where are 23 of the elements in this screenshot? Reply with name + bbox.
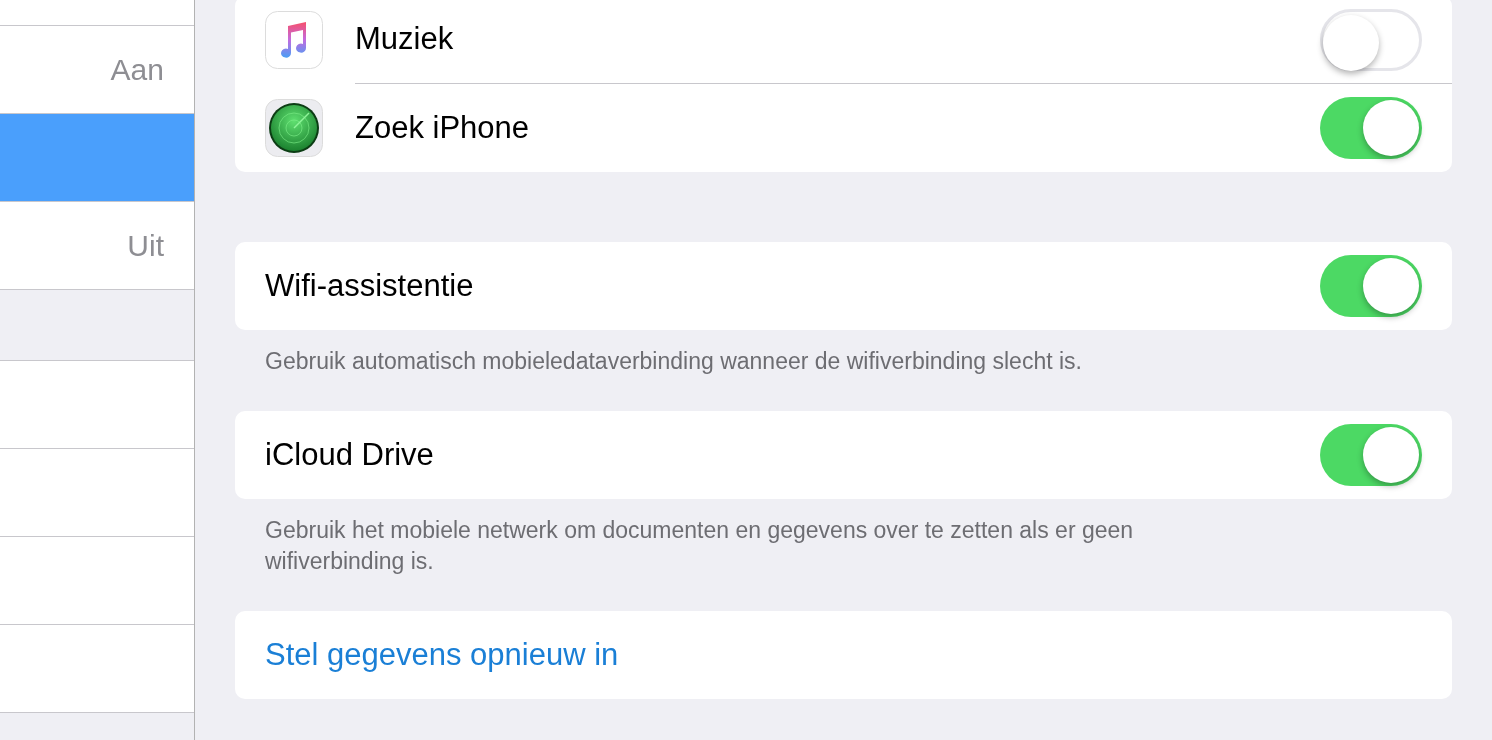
sidebar-item[interactable]: Aan [0, 26, 194, 114]
item-value: Aan [110, 52, 164, 88]
sidebar-item[interactable] [0, 625, 194, 713]
sidebar-item[interactable]: Uit [0, 202, 194, 290]
sidebar-item[interactable] [0, 114, 194, 202]
row-label: Wifi-assistentie [265, 266, 475, 305]
toggle-switch[interactable] [1320, 424, 1422, 486]
row-label: Muziek [355, 20, 455, 59]
section-footer: Gebruik het mobiele netwerk om documenten en gegevens over te zetten als er geen wifiverbinding is. [235, 499, 1452, 577]
toggle-switch[interactable] [1320, 255, 1422, 317]
section-footer: Gebruik automatisch mobieledataverbinding wanneer de wifiverbinding slecht is. [235, 330, 1452, 377]
music-note-icon [265, 11, 323, 69]
sidebar-item[interactable] [0, 449, 194, 537]
sidebar-item[interactable] [0, 0, 194, 26]
sidebar-item[interactable] [0, 361, 194, 449]
row-label: iCloud Drive [265, 435, 435, 474]
item-value: Uit [127, 228, 164, 264]
row-label: Zoek iPhone [355, 108, 531, 147]
reset-link[interactable]: Stel gegevens opnieuw in [265, 631, 619, 679]
radar-icon [265, 99, 323, 157]
toggle-switch[interactable] [1320, 97, 1422, 159]
sidebar-item[interactable] [0, 537, 194, 625]
toggle-switch[interactable] [1320, 8, 1422, 71]
